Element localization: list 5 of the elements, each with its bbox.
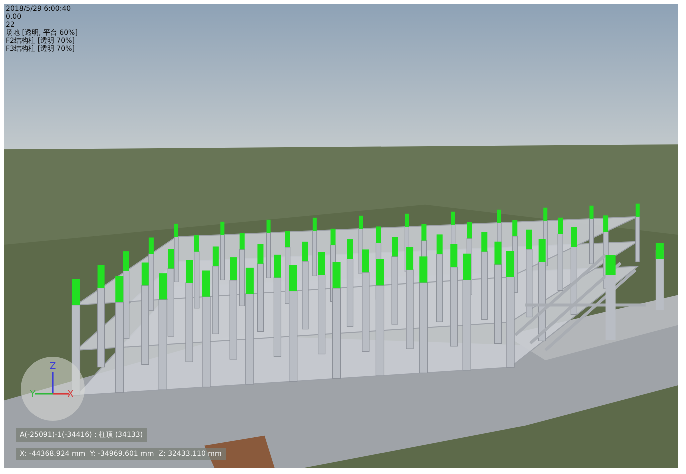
axis-label: X	[68, 390, 74, 400]
gizmo-background[interactable]	[21, 357, 85, 421]
axis-label: Y	[30, 390, 36, 400]
axis-label: Z	[50, 362, 56, 372]
axis-icon	[35, 372, 69, 395]
